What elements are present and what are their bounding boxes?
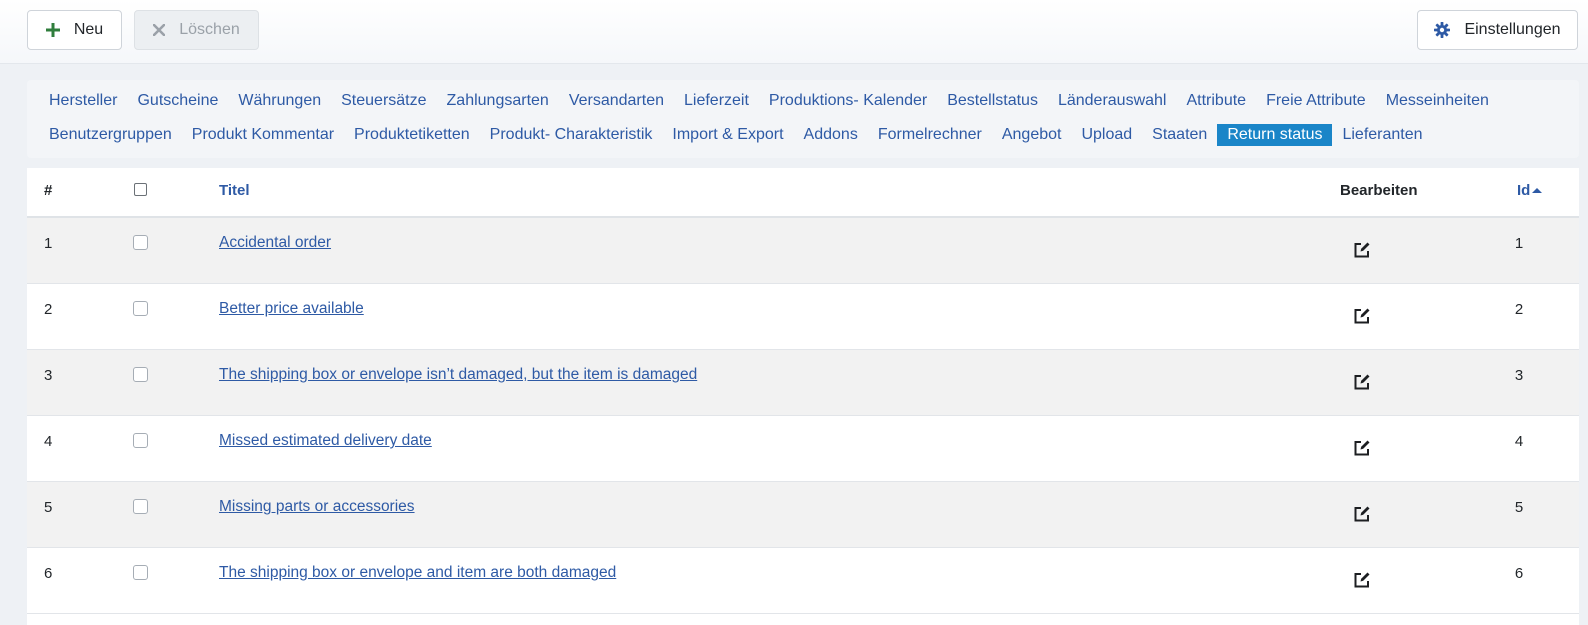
row-checkbox[interactable]: [133, 367, 148, 386]
toolbar: Neu Löschen Einstellungen: [0, 0, 1588, 64]
row-title-link[interactable]: Better price available: [219, 300, 364, 318]
delete-button[interactable]: Löschen: [134, 10, 259, 50]
submenu-item-hersteller[interactable]: Hersteller: [39, 90, 127, 112]
header-edit: Bearbeiten: [1340, 182, 1418, 199]
row-id: 1: [1514, 235, 1524, 252]
submenu-item-bestellstatus[interactable]: Bestellstatus: [937, 90, 1048, 112]
table-body: 1 Accidental order 1 2 Better price availabl…: [27, 218, 1579, 614]
row-title-link[interactable]: The shipping box or envelope and item ar…: [219, 564, 616, 582]
submenu-item-addons[interactable]: Addons: [794, 124, 868, 146]
submenu-item-produkt-charakteristik[interactable]: Produkt- Charakteristik: [480, 124, 663, 146]
table-header: # Titel Bearbeiten Id: [27, 168, 1579, 218]
edit-icon[interactable]: [1353, 505, 1371, 527]
row-id: 6: [1514, 565, 1524, 582]
edit-icon[interactable]: [1353, 571, 1371, 593]
row-id: 2: [1514, 301, 1524, 318]
submenu-item-lieferzeit[interactable]: Lieferzeit: [674, 90, 759, 112]
row-number: 5: [44, 499, 53, 516]
submenu-item-gutscheine[interactable]: Gutscheine: [127, 90, 228, 112]
select-all-checkbox[interactable]: [134, 183, 147, 200]
submenu-item-steuersätze[interactable]: Steuersätze: [331, 90, 436, 112]
row-id: 5: [1514, 499, 1524, 516]
edit-icon[interactable]: [1353, 241, 1371, 263]
edit-icon[interactable]: [1353, 439, 1371, 461]
submenu-item-länderauswahl[interactable]: Länderauswahl: [1048, 90, 1177, 112]
row-id: 3: [1514, 367, 1524, 384]
submenu-row-2: Benutzergruppen Produkt Kommentar Produkte…: [39, 124, 1433, 146]
submenu-item-zahlungsarten[interactable]: Zahlungsarten: [437, 90, 559, 112]
row-checkbox[interactable]: [133, 499, 148, 518]
sort-asc-icon: [1532, 188, 1543, 193]
row-title-link[interactable]: The shipping box or envelope isn’t damag…: [219, 366, 697, 384]
row-title-link[interactable]: Missed estimated delivery date: [219, 432, 432, 450]
header-number: #: [44, 182, 53, 199]
submenu-item-formelrechner[interactable]: Formelrechner: [868, 124, 992, 146]
submenu-item-währungen[interactable]: Währungen: [228, 90, 331, 112]
table-row: 6 The shipping box or envelope and item a…: [27, 548, 1579, 614]
submenu-item-attribute[interactable]: Attribute: [1176, 90, 1256, 112]
settings-button-label: Einstellungen: [1464, 21, 1561, 38]
x-icon: [153, 24, 166, 36]
table-row: 4 Missed estimated delivery date 4: [27, 416, 1579, 482]
delete-button-label: Löschen: [179, 21, 240, 38]
submenu-item-import-export[interactable]: Import & Export: [662, 124, 793, 146]
new-button[interactable]: Neu: [27, 10, 122, 50]
row-number: 1: [44, 235, 53, 252]
row-checkbox[interactable]: [133, 433, 148, 452]
table-row: 2 Better price available 2: [27, 284, 1579, 350]
submenu-item-benutzergruppen[interactable]: Benutzergruppen: [39, 124, 182, 146]
row-number: 6: [44, 565, 53, 582]
row-checkbox[interactable]: [133, 235, 148, 254]
header-title-sort[interactable]: Titel: [219, 182, 250, 199]
submenu-item-versandarten[interactable]: Versandarten: [559, 90, 674, 112]
row-number: 2: [44, 301, 53, 318]
submenu-item-freie-attribute[interactable]: Freie Attribute: [1256, 90, 1376, 112]
header-id-sort[interactable]: Id: [1517, 182, 1543, 199]
submenu-item-return-status[interactable]: Return status: [1217, 124, 1333, 146]
submenu-item-upload[interactable]: Upload: [1071, 124, 1142, 146]
edit-icon[interactable]: [1353, 373, 1371, 395]
submenu-row-1: Hersteller Gutscheine Währungen Steuersätze…: [39, 90, 1499, 112]
row-title-link[interactable]: Accidental order: [219, 234, 331, 252]
plus-icon: [45, 23, 60, 37]
gear-icon: [1434, 22, 1451, 38]
submenu-item-staaten[interactable]: Staaten: [1142, 124, 1217, 146]
row-number: 3: [44, 367, 53, 384]
new-button-label: Neu: [73, 21, 104, 38]
return-status-table: # Titel Bearbeiten Id 1 Accidental order 1…: [27, 168, 1579, 625]
row-checkbox[interactable]: [133, 565, 148, 584]
submenu-item-angebot[interactable]: Angebot: [992, 124, 1072, 146]
submenu-item-produktetiketten[interactable]: Produktetiketten: [344, 124, 480, 146]
submenu-item-produkt-kommentar[interactable]: Produkt Kommentar: [182, 124, 344, 146]
submenu: Hersteller Gutscheine Währungen Steuersätze…: [27, 80, 1579, 158]
settings-button[interactable]: Einstellungen: [1417, 10, 1578, 50]
row-id: 4: [1514, 433, 1524, 450]
row-title-link[interactable]: Missing parts or accessories: [219, 498, 415, 516]
table-row: 3 The shipping box or envelope isn’t dama…: [27, 350, 1579, 416]
submenu-item-produktions-kalender[interactable]: Produktions- Kalender: [759, 90, 937, 112]
edit-icon[interactable]: [1353, 307, 1371, 329]
submenu-item-lieferanten[interactable]: Lieferanten: [1332, 124, 1432, 146]
table-row: 5 Missing parts or accessories 5: [27, 482, 1579, 548]
row-number: 4: [44, 433, 53, 450]
submenu-item-messeinheiten[interactable]: Messeinheiten: [1376, 90, 1499, 112]
header-id-label: Id: [1517, 182, 1531, 199]
row-checkbox[interactable]: [133, 301, 148, 320]
table-row: 1 Accidental order 1: [27, 218, 1579, 284]
